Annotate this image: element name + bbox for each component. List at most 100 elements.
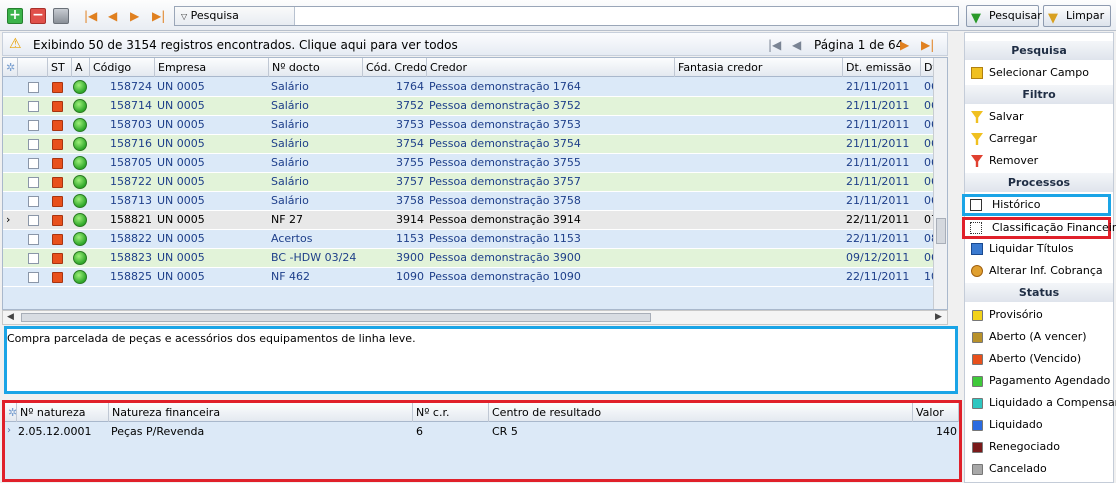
status-item[interactable]: Renegociado (967, 437, 1113, 457)
table-row[interactable]: 158724 UN 0005 Salário 1764 Pessoa demonstra… (3, 78, 947, 97)
search-input[interactable]: ▽ Pesquisa (174, 6, 959, 26)
row-checkbox[interactable] (28, 139, 39, 150)
cell-credor: Pessoa demonstração 3754 (429, 137, 581, 150)
horizontal-scrollbar[interactable]: ◀ ▶ (2, 310, 948, 325)
classificacao-financeira-item[interactable]: Classificação Financeira (962, 217, 1116, 239)
status-item[interactable]: Provisório (967, 305, 1113, 325)
row-checkbox[interactable] (28, 215, 39, 226)
records-message[interactable]: Exibindo 50 de 3154 registros encontrado… (33, 38, 458, 52)
salvar-item[interactable]: Salvar (967, 107, 1113, 127)
row-checkbox[interactable] (28, 158, 39, 169)
status-item[interactable]: Pagamento Agendado (967, 371, 1113, 391)
cell-codigo: 158714 (110, 99, 152, 112)
table-row[interactable]: 158823 UN 0005 BC -HDW 03/24 3900 Pessoa dem… (3, 249, 947, 268)
carregar-item[interactable]: Carregar (967, 129, 1113, 149)
header-select[interactable] (18, 58, 48, 77)
records-info-bar[interactable]: ⚠ Exibindo 50 de 3154 registros encontra… (2, 32, 948, 56)
table-row[interactable]: 158705 UN 0005 Salário 3755 Pessoa demonstra… (3, 154, 947, 173)
cell-cod-credor: 3754 (396, 137, 424, 150)
status-item[interactable]: Cancelado (967, 459, 1113, 479)
header-natureza-financeira[interactable]: Natureza financeira (109, 403, 413, 422)
table-row[interactable]: 158713 UN 0005 Salário 3758 Pessoa demonstra… (3, 192, 947, 211)
cell-dt-emissao: 21/11/2011 (846, 118, 910, 131)
info-last-page-icon[interactable]: ▶| (921, 38, 934, 52)
row-checkbox[interactable] (28, 120, 39, 131)
grid-options-icon[interactable]: ✲ (3, 58, 18, 77)
header-credor[interactable]: Credor (427, 58, 675, 77)
add-icon[interactable]: + (7, 8, 23, 24)
search-field-dropdown[interactable]: ▽ Pesquisa (175, 7, 295, 25)
header-empresa[interactable]: Empresa (155, 58, 269, 77)
header-num-cr[interactable]: Nº c.r. (413, 403, 489, 422)
cell-dt-emissao: 22/11/2011 (846, 232, 910, 245)
remover-item[interactable]: Remover (967, 151, 1113, 171)
next-page-icon[interactable]: ▶ (130, 9, 139, 23)
header-a[interactable]: A (72, 58, 90, 77)
hscroll-thumb[interactable] (21, 313, 651, 322)
cell-codigo: 158823 (110, 251, 152, 264)
cell-codigo: 158713 (110, 194, 152, 207)
header-centro-resultado[interactable]: Centro de resultado (489, 403, 913, 422)
prev-page-icon[interactable]: ◀ (108, 9, 117, 23)
natureza-options-icon[interactable]: ✲ (5, 403, 17, 422)
print-icon[interactable] (53, 8, 69, 24)
status-item[interactable]: Liquidado (967, 415, 1113, 435)
table-row[interactable]: › 158821 UN 0005 NF 27 3914 Pessoa demonstraç… (3, 211, 947, 230)
status-label: Renegociado (989, 440, 1060, 453)
status-st-icon (52, 82, 63, 93)
clear-button[interactable]: ▼ Limpar (1043, 5, 1111, 27)
historico-item[interactable]: Histórico (962, 194, 1111, 216)
search-button[interactable]: ▼ Pesquisar (966, 5, 1042, 27)
header-num-natureza[interactable]: Nº natureza (17, 403, 109, 422)
vertical-scrollbar[interactable] (933, 58, 947, 309)
info-first-page-icon[interactable]: |◀ (768, 38, 781, 52)
liquidar-titulos-item[interactable]: Liquidar Títulos (967, 239, 1113, 259)
actions-panel: Pesquisa Selecionar Campo Filtro Salvar … (962, 32, 1116, 483)
table-row[interactable]: 158822 UN 0005 Acertos 1153 Pessoa demonstra… (3, 230, 947, 249)
row-checkbox[interactable] (28, 196, 39, 207)
scroll-left-icon[interactable]: ◀ (7, 312, 14, 322)
status-item[interactable]: Aberto (A vencer) (967, 327, 1113, 347)
header-st[interactable]: ST (48, 58, 72, 77)
header-codigo[interactable]: Código (90, 58, 155, 77)
status-item[interactable]: Aberto (Vencido) (967, 349, 1113, 369)
cell-empresa: UN 0005 (157, 118, 205, 131)
header-valor[interactable]: Valor (913, 403, 959, 422)
table-row[interactable]: › 2.05.12.0001 Peças P/Revenda 6 CR 5 14… (5, 423, 959, 441)
row-checkbox[interactable] (28, 272, 39, 283)
table-row[interactable]: 158722 UN 0005 Salário 3757 Pessoa demonstra… (3, 173, 947, 192)
info-next-page-icon[interactable]: ▶ (900, 38, 909, 52)
cell-empresa: UN 0005 (157, 270, 205, 283)
header-dt-emissao[interactable]: Dt. emissão (843, 58, 921, 77)
description-memo[interactable]: Compra parcelada de peças e acessórios d… (4, 326, 958, 394)
header-cod-credor[interactable]: Cód. Credor (363, 58, 427, 77)
last-page-icon[interactable]: ▶| (152, 9, 165, 23)
cell-cod-credor: 3753 (396, 118, 424, 131)
cell-empresa: UN 0005 (157, 194, 205, 207)
row-checkbox[interactable] (28, 234, 39, 245)
status-color-icon (972, 442, 983, 453)
carregar-label: Carregar (989, 132, 1038, 145)
row-checkbox[interactable] (28, 253, 39, 264)
status-a-icon (73, 194, 87, 208)
row-checkbox[interactable] (28, 101, 39, 112)
cell-dt-emissao: 22/11/2011 (846, 270, 910, 283)
selecionar-campo-label: Selecionar Campo (989, 66, 1089, 79)
status-color-icon (972, 310, 983, 321)
table-row[interactable]: 158714 UN 0005 Salário 3752 Pessoa demonstra… (3, 97, 947, 116)
first-page-icon[interactable]: |◀ (84, 9, 97, 23)
header-num-docto[interactable]: Nº docto (269, 58, 363, 77)
table-row[interactable]: 158716 UN 0005 Salário 3754 Pessoa demonstra… (3, 135, 947, 154)
row-checkbox[interactable] (28, 82, 39, 93)
remove-icon[interactable]: − (30, 8, 46, 24)
table-row[interactable]: 158703 UN 0005 Salário 3753 Pessoa demonstra… (3, 116, 947, 135)
alterar-cobranca-item[interactable]: Alterar Inf. Cobrança (967, 261, 1113, 281)
info-prev-page-icon[interactable]: ◀ (792, 38, 801, 52)
row-checkbox[interactable] (28, 177, 39, 188)
status-item[interactable]: Liquidado a Compensar (967, 393, 1116, 413)
header-fantasia[interactable]: Fantasia credor (675, 58, 843, 77)
selecionar-campo-item[interactable]: Selecionar Campo (967, 63, 1113, 83)
scroll-thumb[interactable] (936, 218, 946, 244)
scroll-right-icon[interactable]: ▶ (935, 312, 942, 322)
table-row[interactable]: 158825 UN 0005 NF 462 1090 Pessoa demonstraç… (3, 268, 947, 287)
